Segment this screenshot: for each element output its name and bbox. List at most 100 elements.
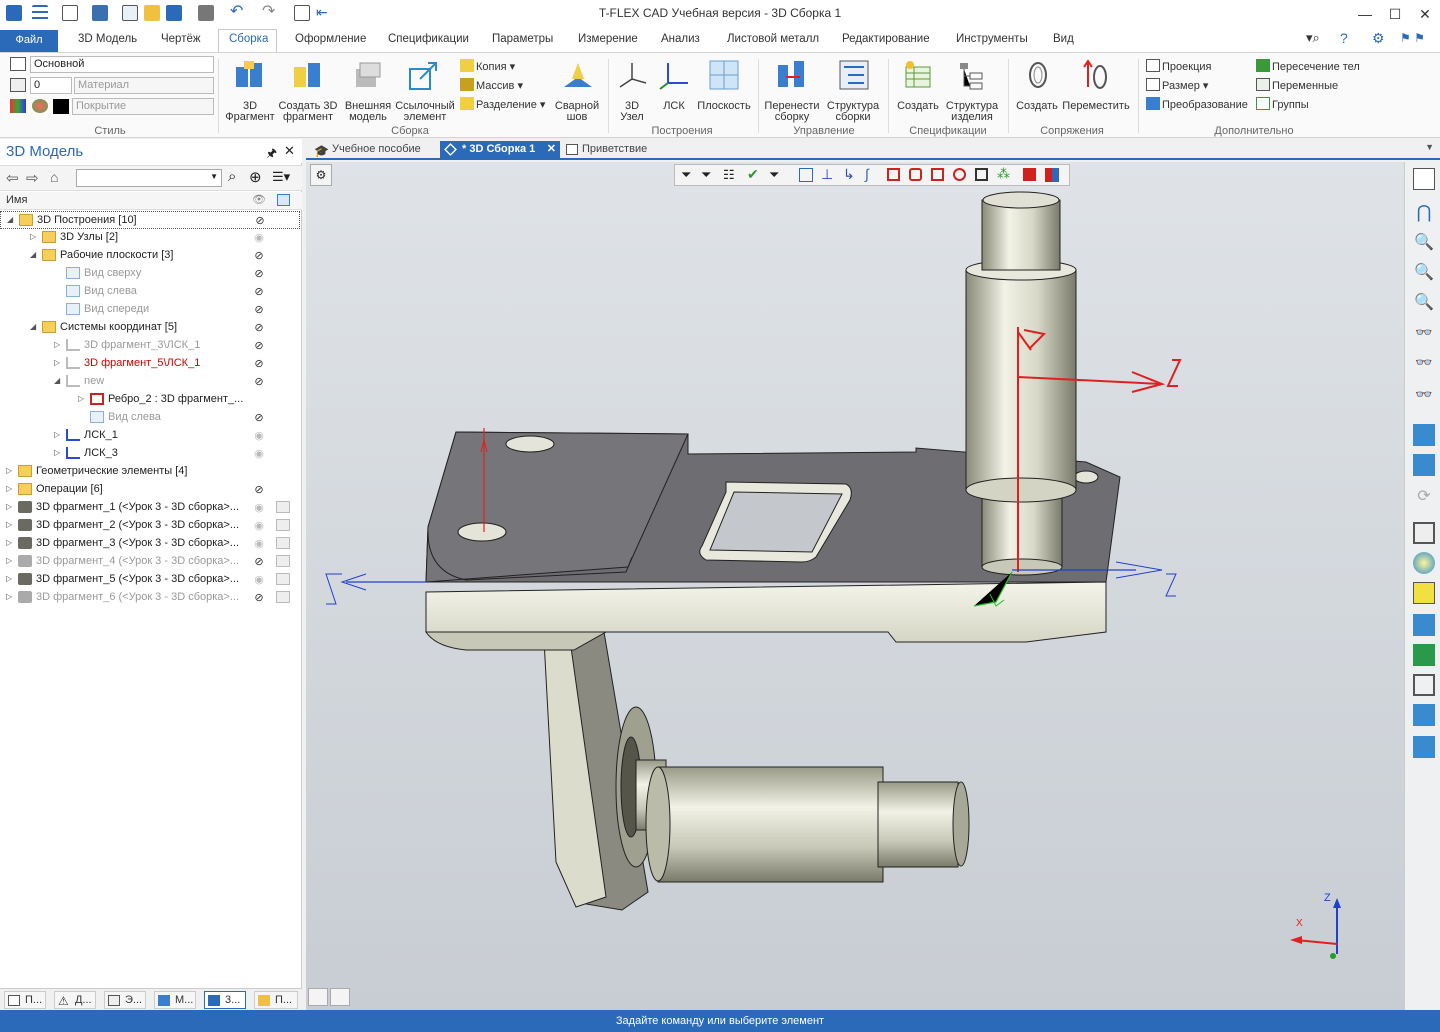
tree-row[interactable]: ▷ Ребро_2 : 3D фрагмент_... bbox=[0, 391, 300, 409]
bottom-tab-4[interactable]: М... bbox=[154, 991, 196, 1009]
rebuild-button[interactable]: Перенести сборку bbox=[762, 101, 822, 123]
eye-hidden-icon[interactable]: ⊘ bbox=[251, 555, 267, 568]
level-input[interactable]: 0 bbox=[30, 77, 72, 94]
check-cube-2-icon[interactable] bbox=[1413, 454, 1435, 476]
print-view-icon[interactable] bbox=[1413, 736, 1435, 758]
bottom-tab-1[interactable]: П... bbox=[4, 991, 46, 1009]
tree-row[interactable]: ▷ Геометрические элементы [4] bbox=[0, 463, 300, 481]
eye-hidden-icon[interactable]: ⊘ bbox=[251, 483, 267, 496]
color-swatch[interactable] bbox=[53, 99, 69, 114]
glasses-edit-icon[interactable]: 👓 bbox=[1413, 354, 1435, 376]
cube-toggle-icon[interactable] bbox=[276, 501, 290, 513]
eye-hidden-icon[interactable]: ⊘ bbox=[251, 321, 267, 334]
tree-row[interactable]: ▷ ЛСК_3 ◉ bbox=[0, 445, 300, 463]
collapse-icon[interactable]: ◢ bbox=[30, 322, 36, 331]
tab-editing[interactable]: Редактирование bbox=[842, 33, 930, 45]
glasses-icon[interactable]: 👓 bbox=[1413, 324, 1435, 346]
doc-tab-welcome[interactable]: Приветствие bbox=[564, 141, 674, 160]
size-button[interactable]: Размер ▾ bbox=[1146, 78, 1208, 92]
split-button[interactable]: Разделение ▾ bbox=[460, 97, 545, 111]
node-3d-icon[interactable] bbox=[616, 59, 648, 91]
tree-row[interactable]: ◢ new ⊘ bbox=[0, 373, 300, 391]
search-icon[interactable]: ▾⌕ bbox=[1306, 30, 1320, 46]
mate-move-button[interactable]: Переместить bbox=[1062, 101, 1130, 112]
flag-icon[interactable]: ⚑ ⚑ bbox=[1400, 31, 1425, 45]
eye-hidden-icon[interactable]: ⊘ bbox=[251, 303, 267, 316]
split-view-icon[interactable] bbox=[308, 988, 328, 1006]
plane-button[interactable]: Плоскость bbox=[694, 101, 754, 112]
bottom-tab-3[interactable]: Э... bbox=[104, 991, 146, 1009]
tree-row[interactable]: ◢ Рабочие плоскости [3] ⊘ bbox=[0, 247, 300, 265]
expand-icon[interactable]: ▷ bbox=[6, 556, 12, 565]
fragment-3d-icon[interactable] bbox=[234, 59, 266, 91]
fragment-3d-button[interactable]: 3D Фрагмент bbox=[222, 101, 278, 123]
eye-icon[interactable]: ◉ bbox=[251, 501, 267, 514]
mate-create-icon[interactable] bbox=[1022, 59, 1054, 91]
tab-sheet-metal[interactable]: Листовой металл bbox=[727, 33, 819, 45]
back-icon[interactable]: ⇦ bbox=[6, 169, 19, 187]
section-icon[interactable] bbox=[1413, 614, 1435, 636]
spec-create-icon[interactable] bbox=[902, 59, 934, 91]
doc-tab-assembly[interactable]: * 3D Сборка 1 ✕ bbox=[440, 141, 560, 160]
tree-filter-combo[interactable]: ▼ bbox=[76, 169, 222, 187]
tab-view[interactable]: Вид bbox=[1053, 33, 1074, 45]
lsk-button[interactable]: ЛСК bbox=[656, 101, 692, 112]
groups-button[interactable]: Группы bbox=[1256, 97, 1309, 111]
expand-icon[interactable]: ▷ bbox=[6, 592, 12, 601]
eye-icon[interactable]: ◉ bbox=[251, 231, 267, 244]
projection-button[interactable]: Проекция bbox=[1146, 59, 1211, 73]
eye-hidden-icon[interactable]: ⊘ bbox=[251, 591, 267, 604]
target-icon[interactable]: ⊕ bbox=[249, 168, 262, 186]
layout-view-icon[interactable] bbox=[330, 988, 350, 1006]
product-structure-button[interactable]: Структура изделия bbox=[940, 101, 1004, 123]
tree-row[interactable]: ▷ 3D фрагмент_5\ЛСК_1 ⊘ bbox=[0, 355, 300, 373]
lsk-icon[interactable] bbox=[658, 59, 690, 91]
eye-hidden-icon[interactable]: ⊘ bbox=[251, 285, 267, 298]
doc-tab-tutorial[interactable]: 🎓 Учебное пособие bbox=[310, 141, 436, 160]
mate-move-icon[interactable] bbox=[1080, 59, 1112, 91]
expand-icon[interactable]: ▷ bbox=[6, 538, 12, 547]
material-select[interactable]: Материал bbox=[74, 77, 214, 94]
eye-icon[interactable]: ◉ bbox=[251, 537, 267, 550]
expand-icon[interactable]: ▷ bbox=[54, 358, 60, 367]
expand-icon[interactable]: ▷ bbox=[54, 340, 60, 349]
create-fragment-button[interactable]: Создать 3D фрагмент bbox=[276, 101, 340, 123]
array-button[interactable]: Массив ▾ bbox=[460, 78, 523, 92]
product-structure-icon[interactable] bbox=[956, 59, 988, 91]
cube-toggle-icon[interactable] bbox=[276, 537, 290, 549]
3d-viewport[interactable]: ⚙ ⏷ ⏷ ☷ ✔ ⏷ ⊥ ↳ ∫ ⁂ Z X bbox=[306, 162, 1404, 1010]
shaded-icon[interactable] bbox=[1413, 644, 1435, 666]
tree-row[interactable]: ▷ 3D фрагмент_3 (<Урок 3 - 3D сборка>... ◉ bbox=[0, 535, 300, 553]
cube-toggle-icon[interactable] bbox=[276, 573, 290, 585]
close-button[interactable]: ✕ bbox=[1410, 4, 1440, 24]
collapse-icon[interactable]: ◢ bbox=[54, 376, 60, 385]
mate-create-button[interactable]: Создать bbox=[1012, 101, 1062, 112]
zoom-icon[interactable]: 🔍 bbox=[1413, 292, 1435, 314]
eye-icon[interactable]: ◉ bbox=[251, 573, 267, 586]
bottom-tab-2[interactable]: ⚠ Д... bbox=[54, 991, 96, 1009]
list-options-icon[interactable]: ☰▾ bbox=[272, 169, 290, 185]
tab-analysis[interactable]: Анализ bbox=[661, 33, 700, 45]
tab-specifications[interactable]: Спецификации bbox=[388, 33, 469, 45]
rebuild-icon[interactable] bbox=[776, 59, 808, 91]
tab-3d-model[interactable]: 3D Модель bbox=[78, 33, 137, 45]
sphere-icon[interactable] bbox=[1413, 552, 1435, 574]
eye-hidden-icon[interactable]: ⊘ bbox=[251, 357, 267, 370]
tree-row[interactable]: ◢ Системы координат [5] ⊘ bbox=[0, 319, 300, 337]
transform-button[interactable]: Преобразование bbox=[1146, 97, 1248, 111]
weld-icon[interactable] bbox=[562, 59, 594, 91]
reference-element-button[interactable]: Ссылочный элемент bbox=[394, 101, 456, 123]
tree-row[interactable]: Вид слева ⊘ bbox=[0, 283, 300, 301]
tree-row[interactable]: Вид сверху ⊘ bbox=[0, 265, 300, 283]
external-model-button[interactable]: Внешняя модель bbox=[340, 101, 396, 123]
cube-toggle-icon[interactable] bbox=[276, 519, 290, 531]
color-icon[interactable] bbox=[10, 99, 26, 113]
assembly-model[interactable] bbox=[306, 162, 1404, 1010]
tree-row[interactable]: Вид спереди ⊘ bbox=[0, 301, 300, 319]
tab-measure[interactable]: Измерение bbox=[578, 33, 638, 45]
tab-file[interactable]: Файл bbox=[0, 30, 58, 52]
intersection-button[interactable]: Пересечение тел bbox=[1256, 59, 1360, 73]
home-icon[interactable]: ⌂ bbox=[50, 169, 58, 185]
tree-row[interactable]: ▷ ЛСК_1 ◉ bbox=[0, 427, 300, 445]
eye-hidden-icon[interactable]: ⊘ bbox=[251, 411, 267, 424]
